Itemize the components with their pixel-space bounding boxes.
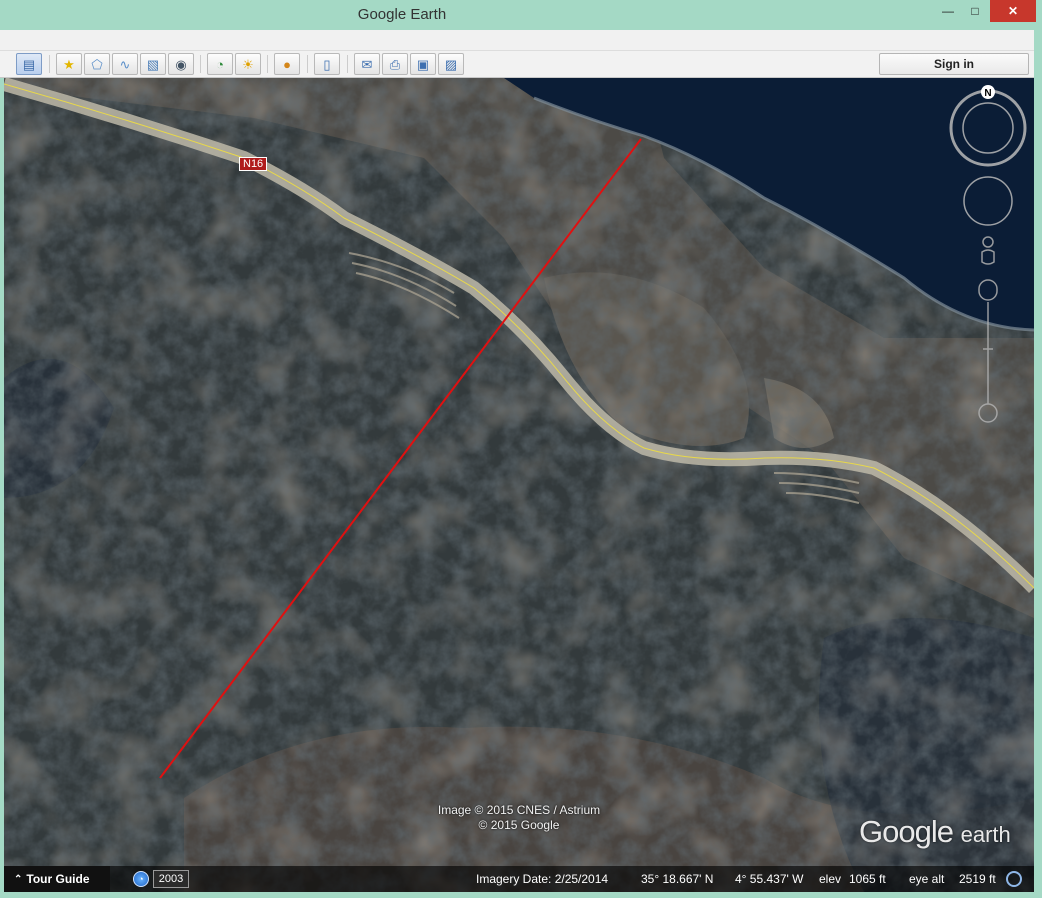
polygon-icon: ⬠ xyxy=(91,56,103,72)
toolbar-separator xyxy=(347,55,348,73)
toolbar-separator xyxy=(267,55,268,73)
status-bar: ⌃ Tour Guide ◔ 2003 Imagery Date: 2/25/2… xyxy=(4,866,1034,892)
chevron-up-icon: ⌃ xyxy=(14,873,23,885)
look-joystick[interactable] xyxy=(963,176,1013,226)
add-placemark-button[interactable]: ★ xyxy=(56,53,82,75)
imagery-date: Imagery Date: 2/25/2014 xyxy=(476,872,609,886)
eye-altitude-label: eye alt xyxy=(909,872,945,886)
toolbar-separator xyxy=(307,55,308,73)
save-image-button[interactable]: ▣ xyxy=(410,53,436,75)
print-icon: ⎙ xyxy=(389,56,401,72)
planet-icon: ● xyxy=(283,56,291,72)
sidebar-toggle-button[interactable]: ▤ xyxy=(16,53,42,75)
toolbar-separator xyxy=(200,55,201,73)
add-image-overlay-button[interactable]: ▧ xyxy=(140,53,166,75)
sunlight-button[interactable]: ☀ xyxy=(235,53,261,75)
map-view[interactable]: N16 N Image © 2015 CNES / Astrium © 2015… xyxy=(4,78,1034,892)
historical-imagery-icon[interactable]: ◔ xyxy=(133,871,149,887)
record-tour-icon: ◉ xyxy=(175,56,187,72)
navigation-controls[interactable]: N xyxy=(948,84,1028,424)
placemark-icon: ★ xyxy=(63,56,75,72)
ruler-button[interactable]: ▯ xyxy=(314,53,340,75)
maximize-button[interactable]: □ xyxy=(962,0,988,22)
sunlight-icon: ☀ xyxy=(242,56,254,72)
close-button[interactable]: ✕ xyxy=(990,0,1036,22)
add-path-button[interactable]: ∿ xyxy=(112,53,138,75)
menu-bar xyxy=(0,30,1034,51)
planets-button[interactable]: ● xyxy=(274,53,300,75)
sidebar-icon: ▤ xyxy=(22,56,36,72)
add-polygon-button[interactable]: ⬠ xyxy=(84,53,110,75)
historical-imagery-button[interactable]: ◔ xyxy=(207,53,233,75)
streaming-status-icon xyxy=(1006,871,1022,887)
title-bar[interactable]: Google Earth — □ ✕ xyxy=(0,0,1042,30)
elevation-value: 1065 ft xyxy=(849,872,886,886)
zoom-slider[interactable] xyxy=(978,279,998,423)
email-button[interactable]: ✉ xyxy=(354,53,380,75)
latitude: 35° 18.667' N xyxy=(641,872,714,886)
north-indicator: N xyxy=(984,88,991,99)
google-earth-logo: Google earth xyxy=(859,814,1011,850)
minimize-button[interactable]: — xyxy=(935,0,961,22)
longitude: 4° 55.437' W xyxy=(735,872,804,886)
sign-in-button[interactable]: Sign in xyxy=(879,53,1029,75)
historical-year-box[interactable]: 2003 xyxy=(153,870,189,888)
tour-guide-button[interactable]: ⌃ Tour Guide xyxy=(4,866,110,892)
logo-earth-text: earth xyxy=(960,822,1011,847)
elevation-label: elev xyxy=(819,872,842,886)
email-icon: ✉ xyxy=(361,56,373,72)
window-title: Google Earth xyxy=(357,6,447,23)
satellite-imagery xyxy=(4,78,1034,892)
ruler-icon: ▯ xyxy=(323,56,331,72)
street-view-pegman-icon[interactable] xyxy=(981,236,995,265)
toolbar-separator xyxy=(49,55,50,73)
view-in-maps-button[interactable]: ▨ xyxy=(438,53,464,75)
print-button[interactable]: ⎙ xyxy=(382,53,408,75)
record-tour-button[interactable]: ◉ xyxy=(168,53,194,75)
tour-guide-label: Tour Guide xyxy=(26,872,90,886)
historical-imagery-icon: ◔ xyxy=(216,56,224,72)
save-image-icon: ▣ xyxy=(416,56,430,72)
path-icon: ∿ xyxy=(119,56,131,72)
compass-ring[interactable]: N xyxy=(949,85,1027,167)
google-earth-window: Google Earth — □ ✕ ▤ ★ ⬠ ∿ ▧ ◉ ◔ ☀ ● ▯ ✉… xyxy=(0,0,1042,898)
road-label-n16: N16 xyxy=(239,157,268,171)
maps-icon: ▨ xyxy=(444,56,458,72)
logo-google-text: Google xyxy=(859,814,954,849)
eye-altitude-value: 2519 ft xyxy=(959,872,996,886)
toolbar: ▤ ★ ⬠ ∿ ▧ ◉ ◔ ☀ ● ▯ ✉ ⎙ ▣ ▨ Sign in xyxy=(0,51,1034,78)
image-overlay-icon: ▧ xyxy=(146,56,160,72)
